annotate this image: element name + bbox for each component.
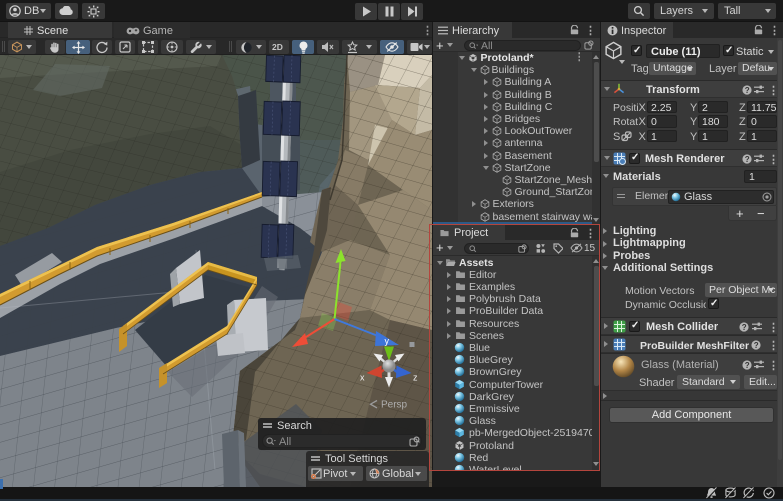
svg-text:z: z [413,373,418,383]
svg-text:?: ? [745,360,750,369]
svg-text:x: x [360,373,365,383]
svg-text:Persp: Persp [381,400,408,411]
svg-text:?: ? [742,322,747,331]
svg-text:?: ? [754,340,759,349]
svg-text:y: y [385,336,390,346]
svg-text:?: ? [745,85,750,94]
svg-text:?: ? [745,154,750,163]
